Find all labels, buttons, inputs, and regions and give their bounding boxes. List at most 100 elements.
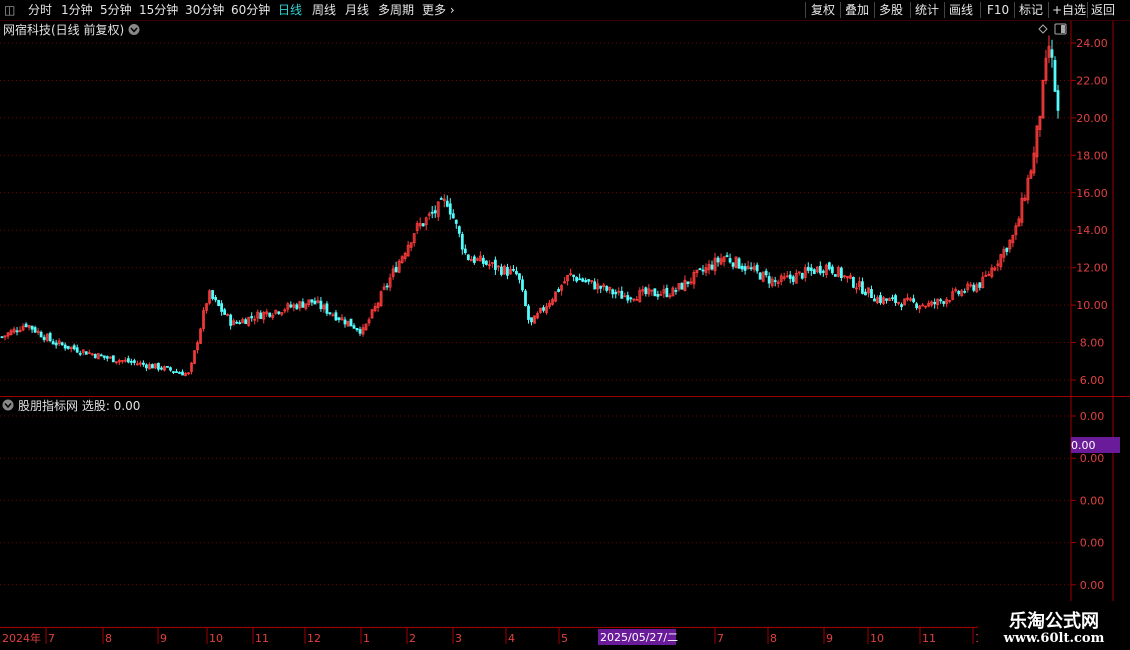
month-label: 8 (770, 632, 777, 645)
candle-body (445, 200, 449, 207)
candle-body (737, 258, 741, 269)
candle-body (328, 312, 332, 315)
candle-body (575, 276, 579, 282)
month-label: 10 (209, 632, 223, 645)
candle-body (972, 284, 976, 291)
watermark-url: www.60lt.com (1003, 631, 1105, 646)
month-label: 12 (307, 632, 321, 645)
candle-body (211, 290, 214, 299)
candle-body (105, 356, 109, 359)
indicator-tick-label: 0.00 (1080, 579, 1105, 592)
month-label: 11 (255, 632, 269, 645)
price-tick-label: 8.00 (1080, 337, 1105, 350)
candle-body (506, 266, 509, 276)
month-label: 2 (409, 632, 416, 645)
price-tick-label: 10.00 (1076, 299, 1108, 312)
indicator-tick-label: 0.00 (1080, 452, 1105, 465)
candle-body (698, 268, 702, 271)
candle-body (791, 276, 795, 282)
candle-body (587, 279, 591, 282)
candle-body (578, 278, 582, 281)
diamond-icon[interactable] (1038, 24, 1048, 34)
candle-body (439, 198, 443, 200)
candle-body (755, 264, 759, 272)
candle-body (740, 265, 744, 270)
candle-body (99, 354, 103, 357)
price-axis: 24.00 22.00 20.00 18.00 16.00 14.00 12.00 10.00… (1071, 37, 1108, 387)
candle-body (430, 211, 434, 214)
price-tick-label: 20.00 (1076, 112, 1108, 125)
candle-body (30, 325, 34, 330)
candle-body (915, 303, 918, 309)
kline-chart[interactable]: 网宿科技(日线 前复权) 24.0022.0020.0018.0016.0014… (0, 0, 1130, 650)
month-label: 3 (455, 632, 462, 645)
indicator-tick-label: 0.00 (1080, 537, 1105, 550)
candle-body (0, 336, 4, 339)
indicator-current-value: 0.00 (1071, 439, 1096, 452)
price-tick-label: 12.00 (1076, 262, 1108, 275)
candle-body (656, 294, 660, 297)
candle-body (620, 290, 624, 299)
candle-body (725, 255, 729, 258)
candle-body (355, 327, 359, 331)
candle-body (484, 260, 488, 265)
candle-body (891, 297, 894, 300)
candle-body (500, 266, 503, 275)
month-label: 1 (363, 632, 370, 645)
candle-body (175, 371, 178, 373)
candle-body (809, 267, 813, 271)
price-tick-label: 24.00 (1076, 37, 1108, 50)
candle-body (235, 321, 239, 324)
candle-body (166, 366, 169, 368)
candle-body (764, 270, 768, 276)
candle-body (126, 358, 130, 363)
candle-body (833, 274, 837, 277)
candle-body (24, 323, 28, 328)
candle-body (957, 290, 961, 295)
candle-body (773, 280, 777, 283)
candle-body (1056, 90, 1060, 111)
candle-body (220, 303, 224, 312)
month-label: 4 (508, 632, 515, 645)
candle-body (313, 300, 317, 305)
candle-body (629, 297, 633, 300)
candle-body (800, 272, 804, 279)
candle-body (244, 319, 248, 325)
candle-body (788, 274, 792, 279)
candle-body (758, 272, 762, 280)
month-label: 8 (105, 632, 112, 645)
candle-body (963, 290, 967, 293)
candle-body (557, 289, 560, 292)
price-tick-label: 16.00 (1076, 187, 1108, 200)
candle-body (494, 259, 497, 270)
panel-toggle-icon[interactable] (1054, 23, 1067, 35)
candle-body (839, 267, 843, 278)
candle-body (716, 257, 720, 263)
candle-body (268, 312, 272, 317)
candle-body (861, 281, 864, 294)
indicator-grid (0, 415, 1071, 628)
candle-body (530, 317, 533, 323)
candle-body (978, 282, 982, 288)
candle-body (151, 364, 154, 369)
candle-body (1005, 247, 1009, 252)
candlestick-series (0, 35, 1060, 377)
candle-body (145, 364, 148, 369)
watermark-brand: 乐淘公式网 (1009, 611, 1099, 632)
month-label: 7 (717, 632, 724, 645)
indicator-tick-label: 0.00 (1080, 494, 1105, 507)
candle-body (605, 285, 609, 291)
candle-body (466, 254, 470, 260)
candle-body (939, 299, 943, 302)
candle-body (229, 314, 233, 326)
candle-body (352, 325, 356, 329)
candle-body (870, 289, 873, 299)
candle-body (142, 362, 145, 365)
watermark: 乐淘公式网 www.60lt.com (978, 601, 1130, 650)
chevron-down-icon[interactable] (128, 24, 140, 35)
chevron-down-icon[interactable] (2, 399, 14, 411)
candle-body (611, 289, 615, 295)
candle-body (433, 210, 437, 214)
candle-body (358, 329, 362, 334)
candle-body (51, 341, 55, 345)
